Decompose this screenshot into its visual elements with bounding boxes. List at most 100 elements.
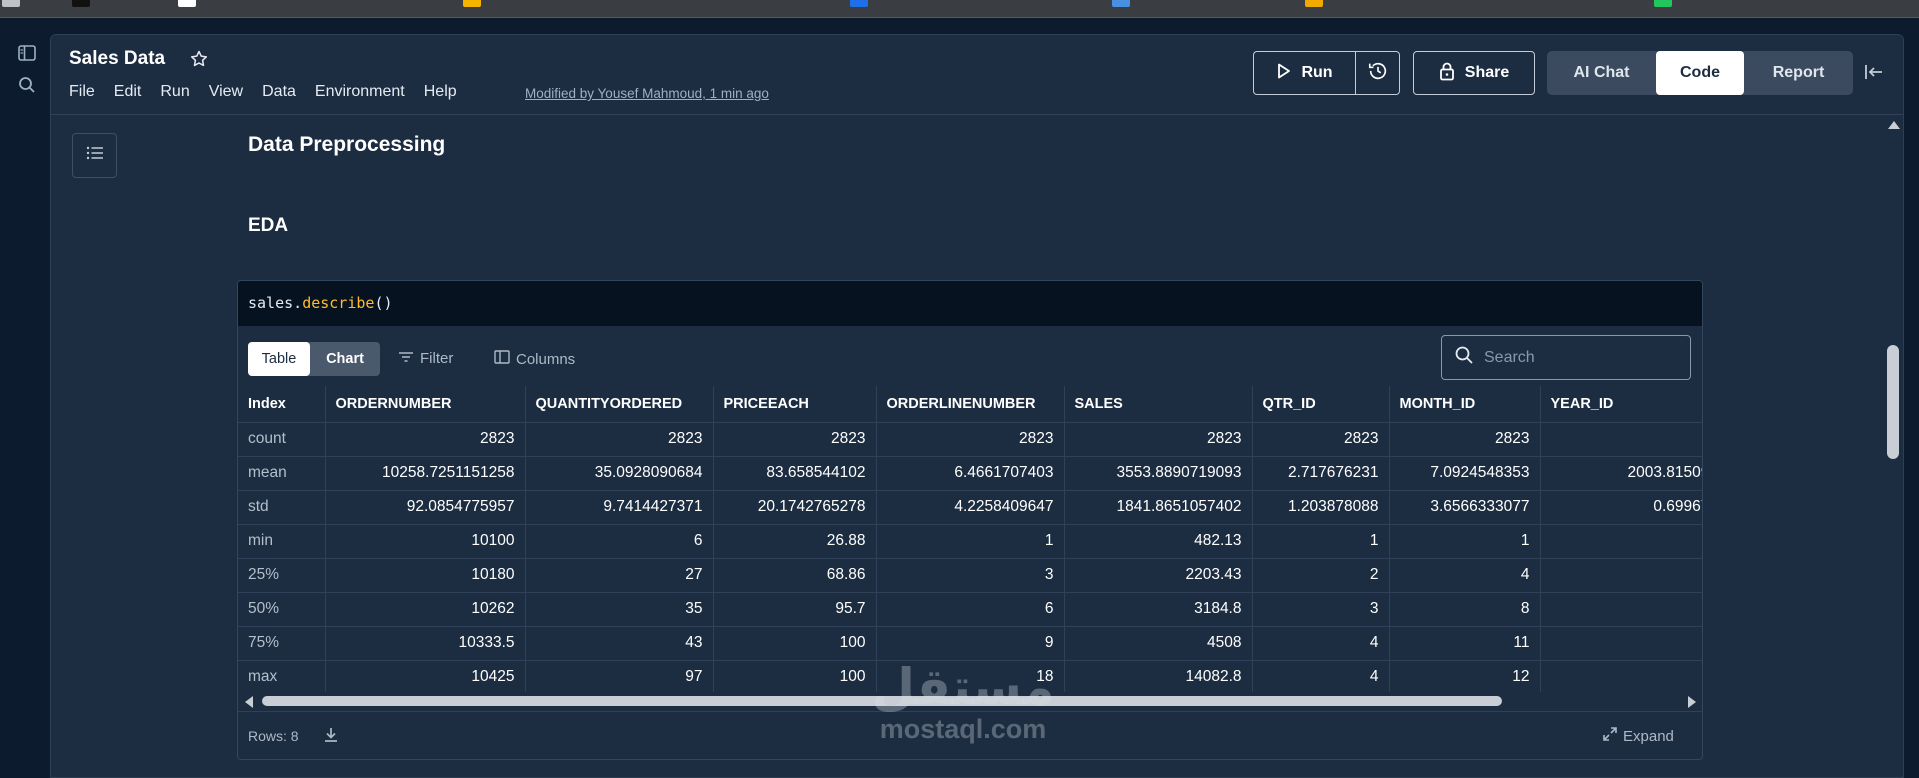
column-header[interactable]: ORDERNUMBER <box>325 386 526 423</box>
download-icon[interactable] <box>322 726 342 746</box>
column-header[interactable]: MONTH_ID <box>1389 386 1541 423</box>
table-cell: 35 <box>525 592 714 627</box>
bookmark-icon[interactable] <box>2 0 20 7</box>
bookmark-icon[interactable] <box>1654 0 1672 7</box>
table-cell: 95.7 <box>713 592 877 627</box>
table-cell: 4 <box>1389 558 1541 593</box>
bookmark-icon[interactable] <box>1112 0 1130 7</box>
bookmark-icon[interactable] <box>178 0 196 7</box>
tab-table[interactable]: Table <box>248 342 310 376</box>
table-cell: 6.4661707403 <box>876 456 1065 491</box>
sidebar-toggle-icon[interactable] <box>14 40 40 66</box>
table-row: 75% 10333.5 43 100 9 4508 4 11 2004 <box>238 626 1702 661</box>
scrollbar-thumb[interactable] <box>1887 345 1899 459</box>
mode-ai-chat[interactable]: AI Chat <box>1547 51 1656 95</box>
table-cell: 3 <box>1252 592 1390 627</box>
mode-code[interactable]: Code <box>1656 51 1744 95</box>
code-cell: sales.describe() Table Chart Filter Colu… <box>237 280 1703 760</box>
table-cell: 2 <box>1252 558 1390 593</box>
expand-button[interactable]: Expand <box>1603 727 1674 745</box>
table-row: max 10425 97 100 18 14082.8 4 12 2005 <box>238 660 1702 692</box>
table-of-contents-button[interactable] <box>72 133 117 178</box>
menu-edit[interactable]: Edit <box>114 83 142 101</box>
modified-link[interactable]: Modified by Yousef Mahmoud, 1 min ago <box>525 86 769 101</box>
menu-environment[interactable]: Environment <box>315 83 405 101</box>
schedule-button[interactable] <box>1355 51 1400 95</box>
table-cell: 2823 <box>1252 422 1390 457</box>
row-index: std <box>238 490 326 525</box>
share-label: Share <box>1464 64 1510 81</box>
table-cell: 10333.5 <box>325 626 526 661</box>
notebook-title[interactable]: Sales Data <box>69 48 165 70</box>
star-icon[interactable] <box>189 49 211 71</box>
describe-table: Index ORDERNUMBER QUANTITYORDERED PRICEE… <box>238 386 1702 692</box>
bookmark-icon[interactable] <box>72 0 90 7</box>
menu-bar: File Edit Run View Data Environment Help <box>69 83 476 101</box>
table-cell: 8 <box>1389 592 1541 627</box>
code-editor[interactable]: sales.describe() <box>238 281 1702 326</box>
columns-button[interactable]: Columns <box>494 350 575 368</box>
columns-icon <box>494 350 510 368</box>
code-object: sales. <box>248 294 303 312</box>
collapse-panel-icon[interactable] <box>1863 61 1887 85</box>
mode-report[interactable]: Report <box>1744 51 1853 95</box>
table-cell: 10100 <box>325 524 526 559</box>
table-cell: 1 <box>1252 524 1390 559</box>
history-icon <box>1367 60 1389 87</box>
tab-chart[interactable]: Chart <box>310 342 380 376</box>
table-cell: 2823 <box>876 422 1065 457</box>
bookmark-icon[interactable] <box>1305 0 1323 7</box>
share-button[interactable]: Share <box>1413 51 1535 95</box>
row-index: mean <box>238 456 326 491</box>
table-cell: 14082.8 <box>1064 660 1253 692</box>
column-header[interactable]: QUANTITYORDERED <box>525 386 714 423</box>
table-header-row: Index ORDERNUMBER QUANTITYORDERED PRICEE… <box>238 386 1702 423</box>
table-cell: 4508 <box>1064 626 1253 661</box>
notebook-header: Sales Data File Edit Run View Data Envir… <box>51 35 1903 115</box>
table-cell: 26.88 <box>713 524 877 559</box>
table-row: std 92.0854775957 9.7414427371 20.174276… <box>238 490 1702 525</box>
bookmark-icon[interactable] <box>463 0 481 7</box>
table-cell: 1841.8651057402 <box>1064 490 1253 525</box>
menu-file[interactable]: File <box>69 83 95 101</box>
table-cell: 12 <box>1389 660 1541 692</box>
vertical-scrollbar[interactable] <box>1884 115 1903 777</box>
run-label: Run <box>1301 64 1333 81</box>
menu-help[interactable]: Help <box>424 83 457 101</box>
menu-view[interactable]: View <box>209 83 243 101</box>
table-cell: 100 <box>713 626 877 661</box>
column-header[interactable]: YEAR_ID <box>1540 386 1702 423</box>
menu-run[interactable]: Run <box>160 83 189 101</box>
table-cell: 10262 <box>325 592 526 627</box>
lock-icon <box>1439 61 1455 86</box>
table-cell: 2203.43 <box>1064 558 1253 593</box>
filter-button[interactable]: Filter <box>398 350 453 367</box>
scrollbar-thumb[interactable] <box>262 696 1502 706</box>
output-table-container[interactable]: Index ORDERNUMBER QUANTITYORDERED PRICEE… <box>238 386 1702 692</box>
search-input[interactable] <box>1484 348 1664 367</box>
column-header[interactable]: PRICEEACH <box>713 386 877 423</box>
column-header[interactable]: SALES <box>1064 386 1253 423</box>
table-cell: 1 <box>1389 524 1541 559</box>
column-header[interactable]: QTR_ID <box>1252 386 1390 423</box>
table-cell: 482.13 <box>1064 524 1253 559</box>
column-header[interactable]: Index <box>238 386 326 423</box>
table-cell: 2005 <box>1540 660 1702 692</box>
search-icon[interactable] <box>14 72 40 98</box>
run-button[interactable]: Run <box>1253 51 1356 95</box>
table-cell: 3.6566333077 <box>1389 490 1541 525</box>
bookmark-icon[interactable] <box>850 0 868 7</box>
table-cell: 7.0924548353 <box>1389 456 1541 491</box>
table-cell: 100 <box>713 660 877 692</box>
scroll-up-arrow[interactable] <box>1888 121 1900 129</box>
table-cell: 6 <box>525 524 714 559</box>
scroll-left-arrow[interactable] <box>245 696 253 708</box>
table-cell: 2823 <box>525 422 714 457</box>
table-cell: 11 <box>1389 626 1541 661</box>
table-cell: 35.0928090684 <box>525 456 714 491</box>
table-cell: 4 <box>1252 626 1390 661</box>
scroll-right-arrow[interactable] <box>1688 696 1696 708</box>
menu-data[interactable]: Data <box>262 83 296 101</box>
column-header[interactable]: ORDERLINENUMBER <box>876 386 1065 423</box>
horizontal-scrollbar[interactable] <box>238 692 1702 710</box>
